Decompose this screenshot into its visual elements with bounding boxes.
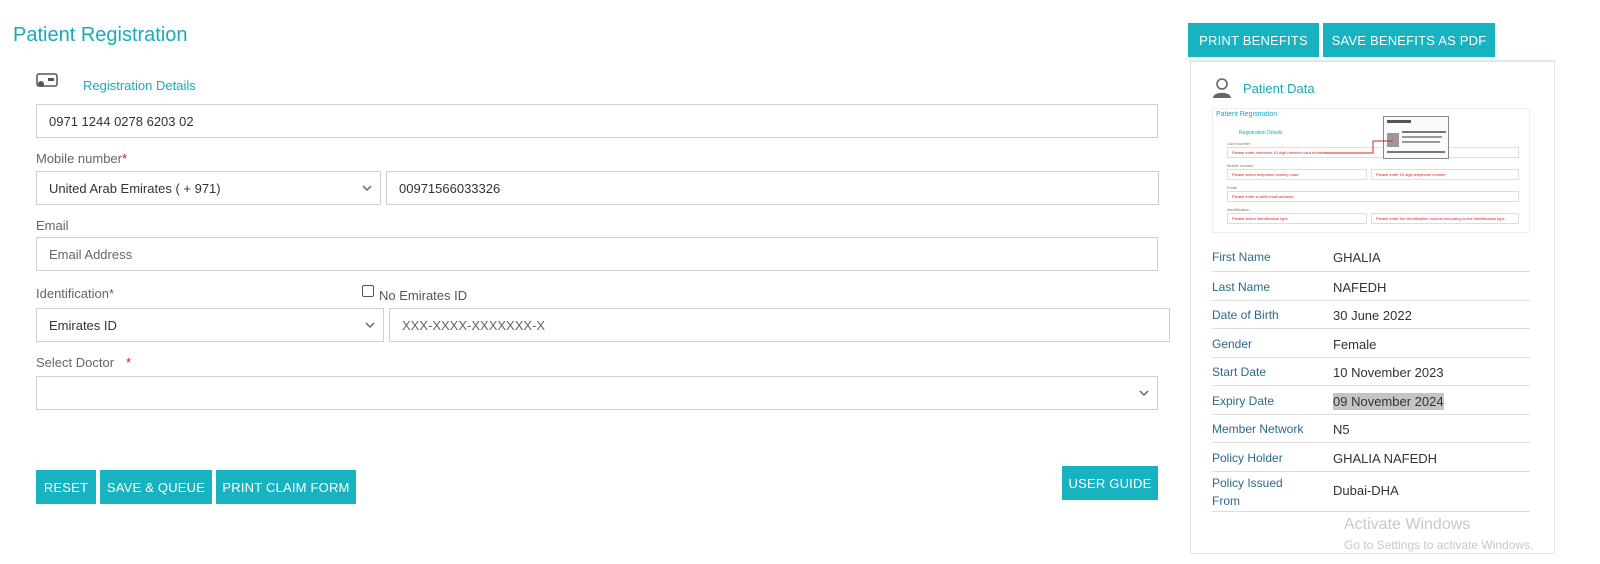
email-label: Email: [36, 218, 69, 233]
info-row-expiry-date: Expiry Date 09 November 2024: [1212, 386, 1530, 415]
chevron-down-icon: [365, 322, 375, 329]
country-code-value: United Arab Emirates ( + 971): [49, 180, 221, 196]
no-emirates-id-checkbox[interactable]: [362, 285, 374, 297]
info-value-selected[interactable]: 09 November 2024: [1333, 393, 1444, 410]
mobile-number-label: Mobile number*: [36, 151, 128, 166]
page-title: Patient Registration: [13, 24, 188, 46]
reset-button[interactable]: RESET: [36, 470, 96, 504]
info-value: GHALIA: [1333, 250, 1381, 265]
info-row-start-date: Start Date 10 November 2023: [1212, 358, 1530, 386]
thumbnail-error: Please enter the identification number a…: [1371, 213, 1519, 224]
info-value: NAFEDH: [1333, 280, 1387, 295]
info-value: 30 June 2022: [1333, 308, 1412, 323]
info-key: First Name: [1212, 250, 1271, 264]
registration-card-thumbnail[interactable]: Patient Registration Registration Detail…: [1212, 108, 1530, 233]
user-guide-button[interactable]: USER GUIDE: [1062, 466, 1158, 500]
thumbnail-error: Please select identification type: [1227, 213, 1367, 224]
patient-data-heading: Patient Data: [1243, 81, 1315, 96]
info-row-policy-issued-from: Policy Issued From Dubai-DHA: [1212, 472, 1530, 512]
info-key: Date of Birth: [1212, 308, 1279, 322]
info-value: Dubai-DHA: [1333, 483, 1399, 498]
registration-details-heading: Registration Details: [83, 78, 196, 93]
info-key: Start Date: [1212, 365, 1267, 379]
thumbnail-error: Please enter 10 digit telephone number: [1371, 169, 1519, 180]
info-value: 10 November 2023: [1333, 365, 1444, 380]
info-row-date-of-birth: Date of Birth 30 June 2022: [1212, 301, 1530, 329]
user-icon: [1213, 78, 1231, 98]
id-card-icon: [36, 73, 58, 87]
mobile-number-input[interactable]: 00971566033326: [386, 171, 1159, 205]
doctor-select[interactable]: [36, 376, 1158, 410]
activate-windows-watermark: Activate Windows: [1344, 516, 1471, 533]
id-type-value: Emirates ID: [49, 317, 117, 333]
info-value: Female: [1333, 337, 1377, 352]
select-doctor-label: Select Doctor *: [36, 355, 132, 370]
print-benefits-button[interactable]: PRINT BENEFITS: [1188, 23, 1319, 57]
thumbnail-pointer-icon: [1325, 140, 1393, 154]
card-number-input[interactable]: 0971 1244 0278 6203 02: [36, 104, 1158, 138]
info-key: Last Name: [1212, 280, 1271, 294]
save-queue-button[interactable]: SAVE & QUEUE: [100, 470, 212, 504]
info-row-policy-holder: Policy Holder GHALIA NAFEDH: [1212, 443, 1530, 472]
info-key: Expiry Date: [1212, 394, 1275, 408]
thumbnail-error: Please select telephone country code: [1227, 169, 1367, 180]
thumbnail-label: Mobile number: [1227, 163, 1254, 168]
no-emirates-id-label: No Emirates ID: [379, 288, 468, 303]
id-number-input[interactable]: XXX-XXXX-XXXXXXX-X: [389, 308, 1170, 342]
info-value: N5: [1333, 422, 1350, 437]
thumbnail-label: Card number: [1227, 141, 1251, 146]
info-row-first-name: First Name GHALIA: [1212, 248, 1530, 272]
info-key: Gender: [1212, 337, 1253, 351]
info-value: GHALIA NAFEDH: [1333, 451, 1438, 466]
info-key: Member Network: [1212, 422, 1304, 436]
thumbnail-label: Identification: [1227, 207, 1250, 212]
email-field[interactable]: Email Address: [36, 237, 1158, 271]
thumbnail-title: Patient Registration: [1216, 111, 1278, 118]
thumbnail-subtitle: Registration Details: [1239, 130, 1283, 136]
activate-windows-hint: Go to Settings to activate Windows.: [1344, 538, 1534, 552]
country-code-select[interactable]: United Arab Emirates ( + 971): [36, 171, 381, 205]
chevron-down-icon: [1139, 390, 1149, 397]
info-key: Policy Issued From: [1212, 476, 1283, 508]
thumbnail-error: Please enter a valid email address: [1227, 191, 1519, 202]
print-claim-form-button[interactable]: PRINT CLAIM FORM: [216, 470, 356, 504]
info-row-gender: Gender Female: [1212, 329, 1530, 358]
info-row-member-network: Member Network N5: [1212, 415, 1530, 443]
save-benefits-pdf-button[interactable]: SAVE BENEFITS AS PDF: [1323, 23, 1495, 57]
chevron-down-icon: [362, 185, 372, 192]
identification-label: Identification*: [36, 286, 115, 301]
info-row-last-name: Last Name NAFEDH: [1212, 272, 1530, 301]
info-key: Policy Holder: [1212, 451, 1283, 465]
thumbnail-label: Email: [1227, 185, 1238, 190]
id-type-select[interactable]: Emirates ID: [36, 308, 384, 342]
